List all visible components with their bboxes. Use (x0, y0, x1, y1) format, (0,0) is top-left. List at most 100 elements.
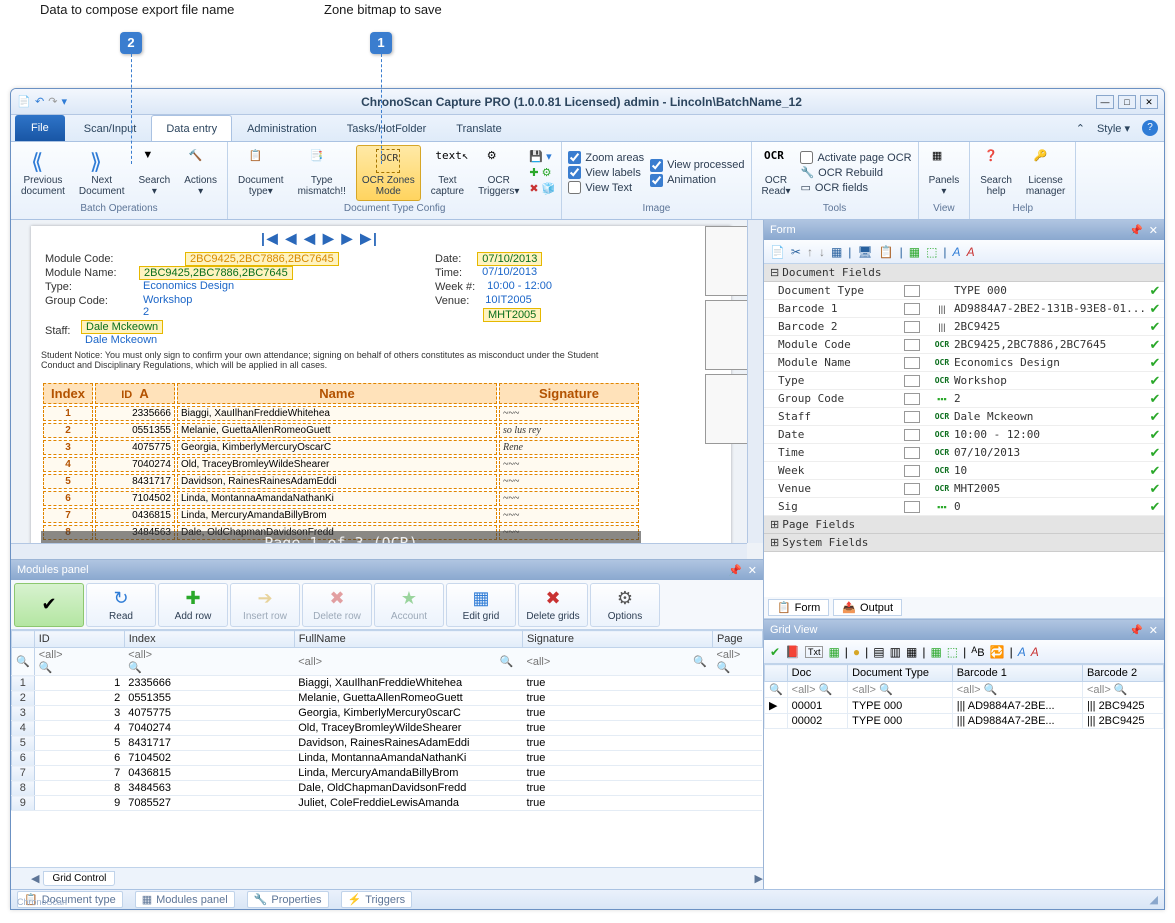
modules-account-button[interactable]: ★Account (374, 583, 444, 627)
form-field-row[interactable]: Sig▪▪▪0✔ (764, 498, 1164, 516)
form-tab[interactable]: 📋Form (768, 599, 829, 616)
form-close-icon[interactable]: ✕ (1149, 224, 1158, 237)
status-properties[interactable]: 🔧 Properties (247, 891, 329, 908)
form-field-row[interactable]: Barcode 1|||AD9884A7-2BE2-131B-93E8-01..… (764, 300, 1164, 318)
gridview-row[interactable]: 00002TYPE 000||| AD9884A7-2BE...||| 2BC9… (764, 714, 1163, 729)
gv-l1[interactable]: ▤ (873, 645, 884, 659)
form-tool-1[interactable]: 📄 (770, 245, 785, 259)
form-tool-monitor[interactable]: 🖥 (857, 245, 872, 259)
view-labels-check[interactable]: View labels (568, 166, 644, 179)
gv-g1[interactable]: ▦ (930, 645, 941, 659)
document-fields-group[interactable]: Document Fields (764, 264, 1164, 282)
ocr-read-button[interactable]: OCROCR Read▾ (758, 147, 795, 199)
gv-pdf-icon[interactable]: 📕 (785, 645, 800, 659)
modules-options-button[interactable]: ⚙Options (590, 583, 660, 627)
modules-delete-row-button[interactable]: ✖Delete row (302, 583, 372, 627)
gv-l2[interactable]: ▥ (890, 645, 901, 659)
close-button[interactable]: ✕ (1140, 95, 1158, 109)
tab-administration[interactable]: Administration (232, 115, 332, 141)
ocr-fields-button[interactable]: ▭OCR fields (800, 181, 911, 194)
type-mismatch-button[interactable]: 📑Type mismatch!! (294, 147, 350, 199)
filter-signature[interactable] (526, 656, 690, 668)
document-type-button[interactable]: 📋Document type▾ (234, 147, 288, 199)
gv-fa[interactable]: A (1018, 645, 1026, 659)
tab-scan-input[interactable]: Scan/Input (69, 115, 152, 141)
modules-ok-button[interactable]: ✔ (14, 583, 84, 627)
maximize-button[interactable]: □ (1118, 95, 1136, 109)
view-text-check[interactable]: View Text (568, 181, 644, 194)
modules-grid[interactable]: ID Index FullName Signature Page 🔍 🔍 🔍 🔍… (11, 630, 763, 867)
form-tool-down[interactable]: ↓ (819, 245, 825, 259)
filter-fullname[interactable] (298, 656, 496, 668)
modules-edit-grid-button[interactable]: ▦Edit grid (446, 583, 516, 627)
modules-insert-row-button[interactable]: ➔Insert row (230, 583, 300, 627)
form-tool-a[interactable]: A (953, 245, 961, 259)
gv-swap-icon[interactable]: 🔁 (990, 645, 1005, 659)
form-tool-g2[interactable]: ⬚ (926, 245, 937, 259)
gridview-filter-row[interactable]: 🔍 <all> 🔍 <all> 🔍 <all> 🔍 <all> 🔍 (764, 682, 1163, 698)
text-capture-button[interactable]: text↖Text capture (427, 147, 468, 199)
gridview-pin-icon[interactable]: 📌 (1129, 624, 1143, 637)
delete-icon[interactable]: ✖ 🧊 (529, 182, 555, 195)
form-field-row[interactable]: Module CodeOCR2BC9425,2BC7886,2BC7645✔ (764, 336, 1164, 354)
gridview-row[interactable]: ▶00001TYPE 000||| AD9884A7-2BE...||| 2BC… (764, 698, 1163, 714)
resize-grip-icon[interactable]: ◢ (1150, 893, 1158, 906)
activate-page-ocr-check[interactable]: Activate page OCR (800, 151, 911, 164)
system-fields-group[interactable]: System Fields (764, 534, 1164, 552)
modules-row[interactable]: 997085527Juliet, ColeFreddieLewisAmandat… (12, 796, 763, 811)
collapse-ribbon-icon[interactable]: ⌃ (1076, 122, 1085, 135)
filter-page[interactable] (716, 649, 754, 661)
page-fields-group[interactable]: Page Fields (764, 516, 1164, 534)
redo-icon[interactable]: ↷ (48, 95, 57, 108)
ocr-triggers-button[interactable]: ⚙OCR Triggers▾ (474, 147, 523, 199)
form-field-row[interactable]: Barcode 2|||2BC9425✔ (764, 318, 1164, 336)
ocr-zones-mode-button[interactable]: OCROCR Zones Mode (356, 145, 421, 201)
document-viewer[interactable]: |◀ ◀ ◀ ▶ ▶ ▶| Module Code: 2BC9425,2BC78… (11, 220, 763, 560)
viewer-v-scrollbar[interactable] (747, 220, 763, 543)
filter-id[interactable] (39, 649, 112, 661)
save-icon[interactable]: 💾 ▾ (529, 150, 555, 163)
form-field-row[interactable]: Document TypeTYPE 000✔ (764, 282, 1164, 300)
minimize-button[interactable]: — (1096, 95, 1114, 109)
modules-row[interactable]: 667104502Linda, MontannaAmandaNathanKitr… (12, 751, 763, 766)
gv-txt-icon[interactable]: Txt (805, 646, 824, 658)
modules-row[interactable]: 220551355Melanie, GuettaAllenRomeoGuettt… (12, 691, 763, 706)
modules-row[interactable]: 883484563Dale, OldChapmanDavidsonFreddtr… (12, 781, 763, 796)
gv-coin-icon[interactable]: ● (853, 645, 860, 659)
panels-button[interactable]: ▦Panels ▾ (925, 147, 964, 199)
form-field-row[interactable]: TypeOCRWorkshop✔ (764, 372, 1164, 390)
actions-button[interactable]: 🔨Actions ▾ (180, 147, 221, 199)
gv-l3[interactable]: ▦ (906, 645, 917, 659)
form-field-row[interactable]: VenueOCRMHT2005✔ (764, 480, 1164, 498)
form-tool-grid[interactable]: ▦ (831, 245, 842, 259)
form-body[interactable]: Document Fields Document TypeTYPE 000✔Ba… (764, 264, 1164, 597)
gv-ab-icon[interactable]: AB (971, 645, 984, 659)
form-field-row[interactable]: WeekOCR10✔ (764, 462, 1164, 480)
search-button[interactable]: ▼Search ▾ (135, 147, 175, 199)
gv-fa2[interactable]: A (1031, 645, 1039, 659)
form-tool-g1[interactable]: ▦ (909, 245, 920, 259)
status-modules-panel[interactable]: ▦ Modules panel (135, 891, 235, 908)
gv-check-icon[interactable]: ✔ (770, 645, 780, 659)
modules-row[interactable]: 447040274Old, TraceyBromleyWildeShearert… (12, 721, 763, 736)
view-processed-check[interactable]: View processed (650, 159, 744, 172)
modules-row[interactable]: 770436815Linda, MercuryAmandaBillyBromtr… (12, 766, 763, 781)
modules-row[interactable]: 334075775Georgia, KimberlyMercury0scarCt… (12, 706, 763, 721)
modules-row[interactable]: 112335666Biaggi, XauIlhanFreddieWhitehea… (12, 676, 763, 691)
output-tab[interactable]: 📤Output (833, 599, 902, 616)
style-menu[interactable]: Style ▾ (1091, 120, 1136, 137)
next-document-button[interactable]: ⟫Next Document (75, 147, 129, 199)
license-manager-button[interactable]: 🔑License manager (1022, 147, 1069, 199)
zoom-areas-check[interactable]: Zoom areas (568, 151, 644, 164)
modules-filter-row[interactable]: 🔍 🔍 🔍 🔍 🔍 🔍 (12, 648, 763, 676)
modules-pin-icon[interactable]: 📌 (728, 564, 742, 577)
form-field-row[interactable]: DateOCR10:00 - 12:00✔ (764, 426, 1164, 444)
status-triggers[interactable]: ⚡ Triggers (341, 891, 413, 908)
modules-close-icon[interactable]: ✕ (748, 564, 757, 577)
grid-view-table[interactable]: Doc Document Type Barcode 1 Barcode 2 🔍 … (764, 664, 1164, 889)
modules-delete-grids-button[interactable]: ✖Delete grids (518, 583, 588, 627)
search-help-button[interactable]: ❓Search help (976, 147, 1016, 199)
modules-row[interactable]: 558431717Davidson, RainesRainesAdamEddit… (12, 736, 763, 751)
help-icon[interactable]: ? (1142, 120, 1158, 136)
form-field-row[interactable]: StaffOCRDale Mckeown✔ (764, 408, 1164, 426)
